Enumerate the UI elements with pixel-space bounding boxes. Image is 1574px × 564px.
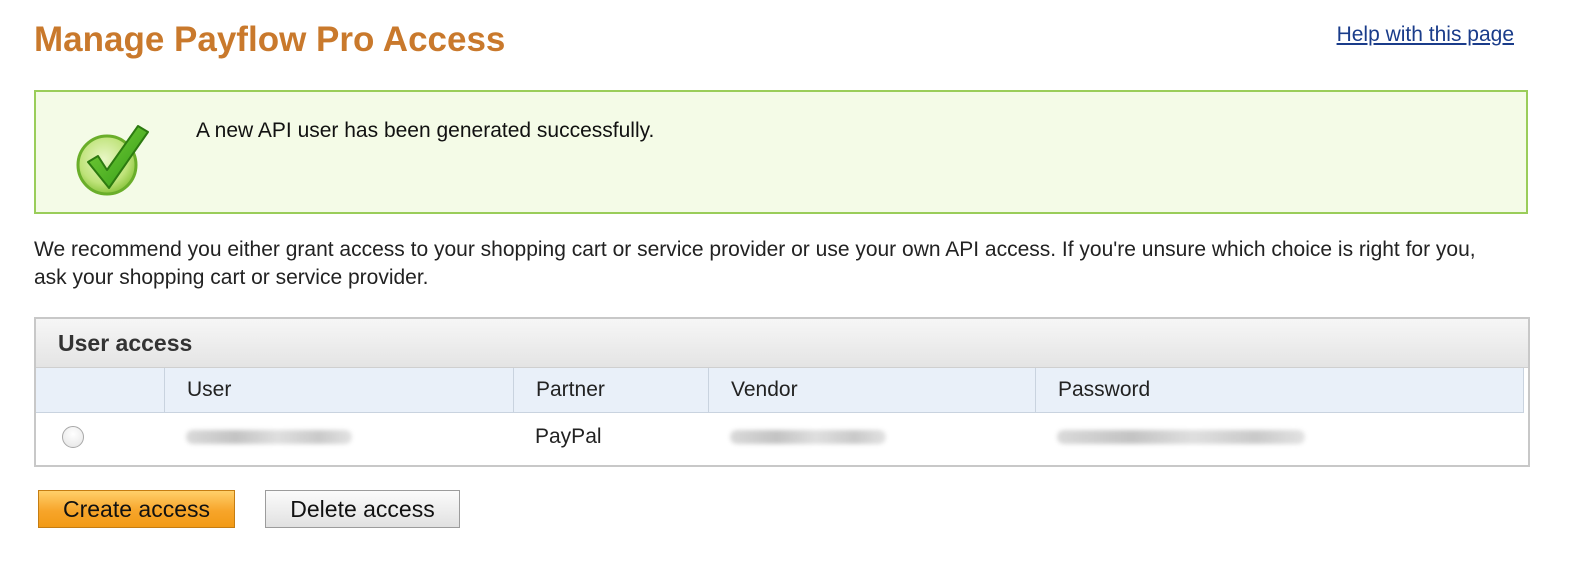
user-cell xyxy=(164,413,513,463)
redacted-user xyxy=(186,430,352,445)
column-header-vendor: Vendor xyxy=(708,368,1035,412)
panel-header: User access xyxy=(36,319,1528,368)
page-title: Manage Payflow Pro Access xyxy=(34,20,506,59)
column-header-password: Password xyxy=(1035,368,1524,412)
partner-cell: PayPal xyxy=(535,425,602,448)
column-header-select xyxy=(36,368,164,412)
password-cell xyxy=(1035,413,1524,463)
column-header-row: User Partner Vendor Password xyxy=(36,368,1524,413)
redacted-password xyxy=(1057,430,1305,445)
user-access-panel: User access User Partner Vendor Password… xyxy=(34,317,1530,467)
help-link[interactable]: Help with this page xyxy=(1337,22,1514,48)
success-alert: A new API user has been generated succes… xyxy=(34,90,1528,214)
vendor-cell xyxy=(708,413,1035,463)
table-row[interactable]: PayPal xyxy=(36,413,1524,463)
success-message: A new API user has been generated succes… xyxy=(196,119,655,142)
redacted-vendor xyxy=(730,430,886,445)
user-radio[interactable] xyxy=(62,426,84,448)
column-header-partner: Partner xyxy=(513,368,708,412)
panel-title: User access xyxy=(58,330,193,356)
intro-text: We recommend you either grant access to … xyxy=(34,238,1476,289)
create-access-button[interactable]: Create access xyxy=(38,490,235,528)
column-header-user: User xyxy=(164,368,513,412)
delete-access-button[interactable]: Delete access xyxy=(265,490,460,528)
checkmark-icon xyxy=(74,118,150,198)
